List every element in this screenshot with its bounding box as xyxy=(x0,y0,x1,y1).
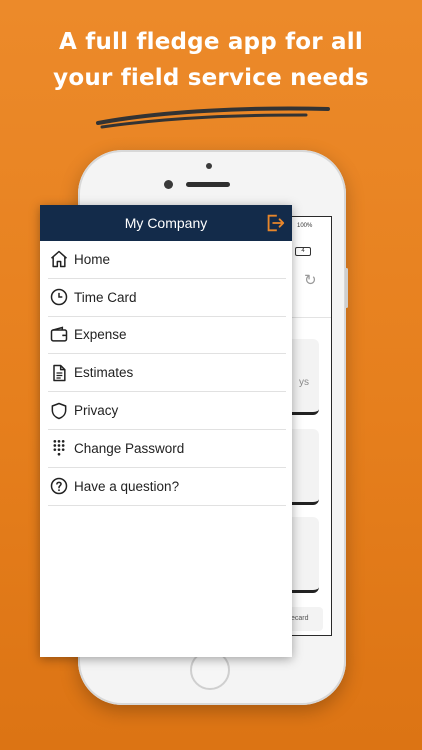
clock-icon xyxy=(48,286,70,308)
menu-item-label: Home xyxy=(74,251,111,267)
phone-power-button xyxy=(345,268,348,308)
headline-line-1: A full fledge app for all xyxy=(59,29,363,55)
menu-item-label: Expense xyxy=(74,327,127,343)
phone-speaker xyxy=(186,182,230,187)
background-small-card-text: ecard xyxy=(291,615,309,622)
menu-item-change-password[interactable]: Change Password xyxy=(48,430,286,468)
menu-item-privacy[interactable]: Privacy xyxy=(48,392,286,430)
battery-icon: 4 xyxy=(295,247,311,256)
menu-item-estimates[interactable]: Estimates xyxy=(48,354,286,393)
drawer-title: My Company xyxy=(124,215,208,231)
menu-item-label: Time Card xyxy=(74,289,137,305)
headline: A full fledge app for all your field ser… xyxy=(0,24,422,96)
shield-icon xyxy=(48,400,70,422)
menu-item-label: Estimates xyxy=(74,365,134,381)
drawer-header: My Company xyxy=(40,205,292,241)
menu-item-expense[interactable]: Expense xyxy=(48,317,286,355)
logout-icon[interactable] xyxy=(264,212,286,234)
wallet-icon xyxy=(48,324,70,346)
keypad-icon xyxy=(48,437,70,459)
navigation-drawer: My Company Home Time Card Expense Estima… xyxy=(40,205,292,657)
menu-item-label: Change Password xyxy=(74,440,185,456)
menu-item-home[interactable]: Home xyxy=(48,241,286,279)
battery-label: 4 xyxy=(301,248,305,254)
refresh-icon[interactable]: ↻ xyxy=(304,272,322,290)
phone-camera xyxy=(164,180,173,189)
headline-line-2: your field service needs xyxy=(53,65,369,91)
phone-sensor xyxy=(206,163,212,169)
drawer-menu: Home Time Card Expense Estimates Privacy xyxy=(40,241,292,506)
menu-item-label: Privacy xyxy=(74,403,119,419)
document-icon xyxy=(48,362,70,384)
home-icon xyxy=(48,248,70,270)
menu-item-label: Have a question? xyxy=(74,478,180,494)
menu-item-have-a-question[interactable]: Have a question? xyxy=(48,468,286,506)
background-card-text: ys xyxy=(299,377,309,388)
swoosh-decoration xyxy=(96,106,330,129)
battery-percent: 100% xyxy=(297,223,313,229)
menu-item-time-card[interactable]: Time Card xyxy=(48,279,286,317)
question-icon xyxy=(48,475,70,497)
